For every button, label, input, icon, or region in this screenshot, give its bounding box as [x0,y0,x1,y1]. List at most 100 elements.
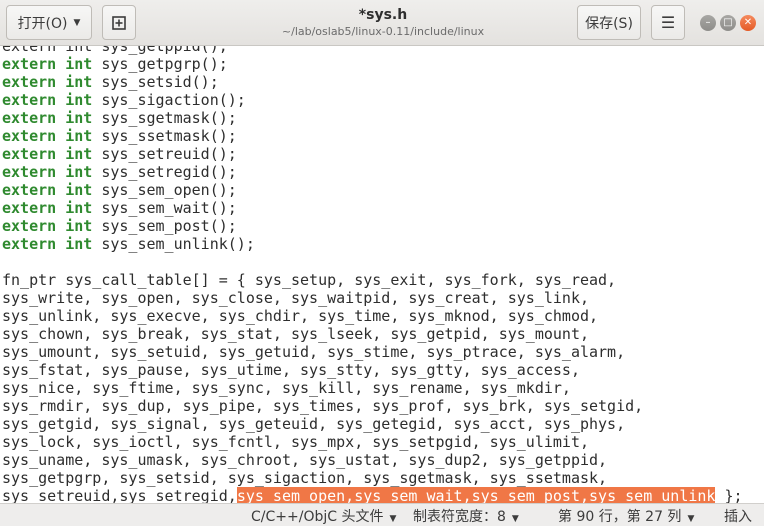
hamburger-menu-button[interactable]: ☰ [651,5,685,40]
code-line[interactable]: sys_nice, sys_ftime, sys_sync, sys_kill,… [2,379,743,397]
code-text: sys_sigaction(); [92,91,246,109]
keyword-token: int [65,145,93,163]
code-text: sys_write, sys_open, sys_close, sys_wait… [2,289,589,307]
code-content[interactable]: extern int sys_getppid(); extern int sys_… [2,46,743,503]
code-line[interactable]: extern int sys_sem_post(); [2,217,743,235]
text-editor[interactable]: extern int sys_getppid(); extern int sys_… [0,46,764,503]
keyword-token: int [65,163,93,181]
keyword-token: int [65,73,93,91]
keyword-token: int [65,91,93,109]
code-line[interactable]: sys_fstat, sys_pause, sys_utime, sys_stt… [2,361,743,379]
code-line[interactable]: sys_uname, sys_umask, sys_chroot, sys_us… [2,451,743,469]
code-text: sys_setreuid,sys_setregid, [2,487,237,503]
keyword-token: extern [2,91,57,109]
code-line[interactable]: sys_rmdir, sys_dup, sys_pipe, sys_times,… [2,397,743,415]
maximize-button[interactable]: □ [720,15,736,31]
code-text: sys_uname, sys_umask, sys_chroot, sys_us… [2,451,608,469]
window-title-area: *sys.h ~/lab/oslab5/linux-0.11/include/l… [240,6,526,39]
code-text: sys_getgid, sys_signal, sys_geteuid, sys… [2,415,626,433]
open-button-label: 打开(O) [17,15,68,32]
keyword-token: int [65,235,93,253]
language-label: C/C++/ObjC 头文件 [251,509,384,525]
code-line[interactable]: sys_umount, sys_setuid, sys_getuid, sys_… [2,343,743,361]
code-line[interactable]: sys_getgid, sys_signal, sys_geteuid, sys… [2,415,743,433]
code-text: extern int sys_getppid(); [2,46,228,55]
cursor-position[interactable]: 第 90 行，第 27 列 ▼ [558,506,694,526]
code-text: sys_nice, sys_ftime, sys_sync, sys_kill,… [2,379,571,397]
code-line[interactable]: extern int sys_setreuid(); [2,145,743,163]
keyword-token: extern [2,217,57,235]
code-line[interactable]: sys_write, sys_open, sys_close, sys_wait… [2,289,743,307]
code-text: sys_setreuid(); [92,145,237,163]
code-line[interactable]: extern int sys_setregid(); [2,163,743,181]
code-line[interactable]: sys_lock, sys_ioctl, sys_fcntl, sys_mpx,… [2,433,743,451]
code-line[interactable]: fn_ptr sys_call_table[] = { sys_setup, s… [2,271,743,289]
tab-width-selector[interactable]: 制表符宽度：8 ▼ [413,506,519,526]
new-document-button[interactable] [102,5,136,40]
status-bar: C/C++/ObjC 头文件 ▼ 制表符宽度：8 ▼ 第 90 行，第 27 列 ▼ … [0,503,764,526]
chevron-down-icon: ▼ [687,514,695,524]
maximize-icon: □ [723,17,733,28]
chevron-down-icon: ▼ [73,17,81,28]
minimize-icon: – [705,17,711,28]
code-line[interactable]: extern int sys_sgetmask(); [2,109,743,127]
keyword-token: extern [2,73,57,91]
code-line[interactable]: sys_getpgrp, sys_setsid, sys_sigaction, … [2,469,743,487]
code-line[interactable]: extern int sys_setsid(); [2,73,743,91]
code-line[interactable]: sys_setreuid,sys_setregid,sys_sem_open,s… [2,487,743,503]
keyword-token: extern [2,199,57,217]
code-text: fn_ptr sys_call_table[] = { sys_setup, s… [2,271,617,289]
code-line[interactable]: extern int sys_sigaction(); [2,91,743,109]
code-text: sys_unlink, sys_execve, sys_chdir, sys_t… [2,307,599,325]
code-text: sys_rmdir, sys_dup, sys_pipe, sys_times,… [2,397,644,415]
code-line[interactable] [2,253,743,271]
code-text: sys_setregid(); [92,163,237,181]
chevron-down-icon: ▼ [389,514,397,524]
close-icon: ✕ [743,17,753,28]
cursor-position-label: 第 90 行，第 27 列 [558,509,682,525]
code-line[interactable]: sys_unlink, sys_execve, sys_chdir, sys_t… [2,307,743,325]
code-text: sys_getpgrp(); [92,55,228,73]
code-line[interactable]: extern int sys_sem_open(); [2,181,743,199]
keyword-token: extern [2,55,57,73]
keyword-token: int [65,127,93,145]
code-text: sys_sem_unlink(); [92,235,255,253]
insert-mode-indicator[interactable]: 插入 [724,506,752,526]
keyword-token: extern [2,163,57,181]
close-button[interactable]: ✕ [740,15,756,31]
document-title: *sys.h [358,7,408,23]
code-line[interactable]: extern int sys_getpgrp(); [2,55,743,73]
tab-width-label: 制表符宽度：8 [413,509,506,525]
hamburger-icon: ☰ [660,13,676,32]
chevron-down-icon: ▼ [511,514,519,524]
keyword-token: extern [2,235,57,253]
open-button[interactable]: 打开(O) ▼ [6,5,92,40]
keyword-token: extern [2,145,57,163]
code-line[interactable]: extern int sys_sem_unlink(); [2,235,743,253]
keyword-token: extern [2,181,57,199]
code-line[interactable]: extern int sys_getppid(); [2,46,743,55]
minimize-button[interactable]: – [700,15,716,31]
keyword-token: int [65,55,93,73]
save-button[interactable]: 保存(S) [577,5,641,40]
new-tab-icon [112,15,126,30]
code-text: sys_sem_open(); [92,181,237,199]
code-text: sys_umount, sys_setuid, sys_getuid, sys_… [2,343,626,361]
code-line[interactable]: sys_chown, sys_break, sys_stat, sys_lsee… [2,325,743,343]
language-selector[interactable]: C/C++/ObjC 头文件 ▼ [251,506,396,526]
code-text: }; [715,487,743,503]
header-bar: 打开(O) ▼ *sys.h ~/lab/oslab5/linux-0.11/i… [0,0,764,46]
code-line[interactable]: extern int sys_sem_wait(); [2,199,743,217]
code-line[interactable]: extern int sys_ssetmask(); [2,127,743,145]
code-text: sys_lock, sys_ioctl, sys_fcntl, sys_mpx,… [2,433,589,451]
